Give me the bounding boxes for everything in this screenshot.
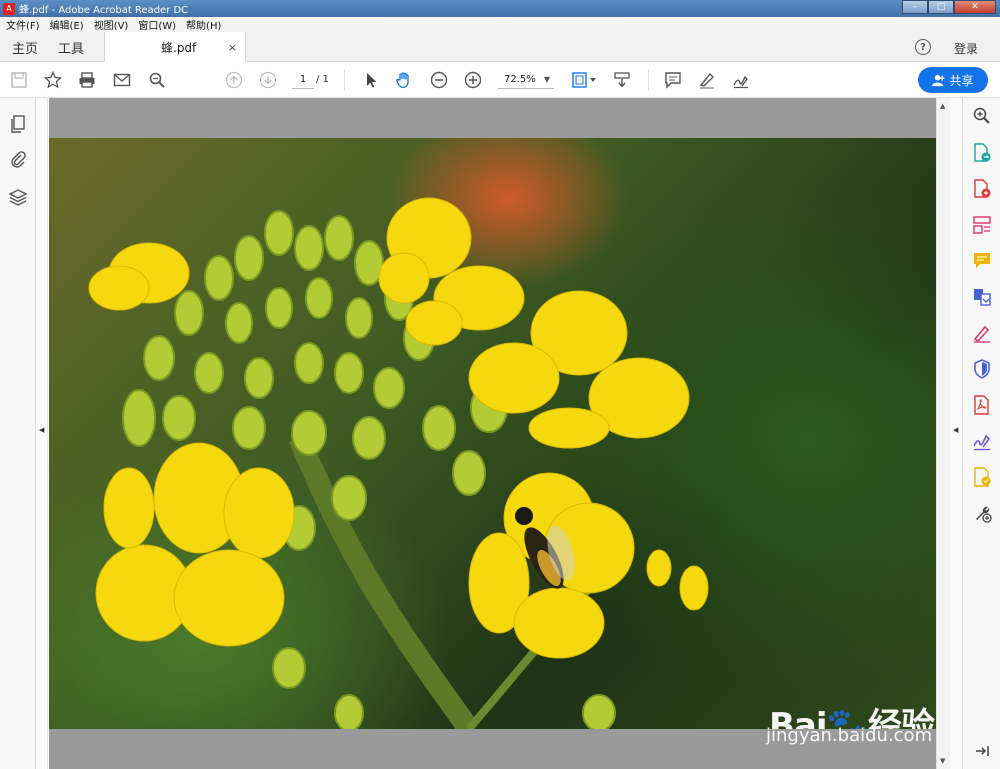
toolbar: 1 / 1 72.5% ▼ 共享 — [0, 62, 1000, 98]
menu-view[interactable]: 视图(V) — [94, 17, 129, 32]
comment-tool-icon[interactable] — [663, 70, 683, 90]
bookmark-star-icon[interactable] — [43, 70, 63, 90]
pdf-icon[interactable] — [972, 395, 992, 415]
window-controls: – □ ✕ — [902, 0, 996, 15]
combine-files-icon[interactable] — [972, 287, 992, 307]
vertical-scrollbar[interactable]: ▲ ▼ — [936, 98, 950, 769]
pdf-page-image: Bai🐾经验 — [49, 138, 936, 729]
maximize-button[interactable]: □ — [928, 0, 954, 14]
pages-icon[interactable] — [8, 114, 28, 134]
flower-bee-photo — [88, 197, 709, 729]
menu-bar: 文件(F) 编辑(E) 视图(V) 窗口(W) 帮助(H) — [0, 17, 1000, 32]
title-bar: A 蜂.pdf - Adobe Acrobat Reader DC – □ ✕ — [0, 0, 1000, 17]
scroll-mode-icon[interactable] — [612, 70, 632, 90]
search-icon[interactable] — [147, 70, 167, 90]
chevron-left-icon: ◀ — [39, 426, 45, 434]
menu-edit[interactable]: 编辑(E) — [50, 17, 84, 32]
comment-icon[interactable] — [972, 251, 992, 271]
toolbar-separator — [344, 70, 345, 90]
help-icon[interactable]: ? — [915, 39, 931, 55]
right-tools-panel — [963, 98, 1000, 769]
toolbar-separator — [648, 70, 649, 90]
tab-tools[interactable]: 工具 — [58, 32, 84, 62]
next-page-icon[interactable] — [258, 70, 278, 90]
document-viewport[interactable]: Bai🐾经验 jingyan.baidu.com — [49, 98, 936, 769]
previous-page-icon[interactable] — [224, 70, 244, 90]
sign-icon[interactable] — [972, 431, 992, 451]
edit-pdf-icon[interactable] — [972, 215, 992, 235]
attachment-icon[interactable] — [8, 149, 28, 169]
fit-page-icon[interactable] — [570, 70, 598, 90]
window-title: 蜂.pdf - Adobe Acrobat Reader DC — [19, 5, 189, 16]
right-panel-toggle[interactable]: ◀ — [950, 98, 963, 769]
menu-file[interactable]: 文件(F) — [6, 17, 40, 32]
send-for-review-icon[interactable] — [972, 467, 992, 487]
zoom-level-select[interactable]: 72.5% ▼ — [498, 71, 554, 89]
zoom-level-value: 72.5% — [504, 74, 536, 85]
zoom-in-button-icon[interactable] — [463, 70, 483, 90]
document-tab-label: 蜂.pdf — [161, 41, 197, 55]
close-tab-icon[interactable]: × — [228, 41, 237, 54]
highlight-pen-icon[interactable] — [697, 70, 717, 90]
email-icon[interactable] — [112, 70, 132, 90]
protect-icon[interactable] — [972, 359, 992, 379]
acrobat-icon: A — [3, 2, 15, 15]
hand-tool-icon[interactable] — [394, 70, 414, 90]
minimize-button[interactable]: – — [902, 0, 928, 14]
zoom-out-icon[interactable] — [429, 70, 449, 90]
close-window-button[interactable]: ✕ — [954, 0, 996, 14]
chevron-down-icon: ▼ — [543, 75, 550, 84]
menu-window[interactable]: 窗口(W) — [138, 17, 176, 32]
fill-sign-icon[interactable] — [972, 323, 992, 343]
share-button[interactable]: 共享 — [918, 67, 988, 93]
export-pdf-icon[interactable] — [972, 143, 992, 163]
left-navigation-panel — [0, 98, 36, 769]
select-cursor-icon[interactable] — [361, 70, 381, 90]
tab-home[interactable]: 主页 — [12, 32, 38, 62]
layers-icon[interactable] — [8, 187, 28, 207]
page-number-input[interactable]: 1 — [292, 71, 314, 89]
create-pdf-icon[interactable] — [972, 179, 992, 199]
print-icon[interactable] — [77, 70, 97, 90]
login-link[interactable]: 登录 — [954, 40, 978, 57]
chevron-left-icon: ◀ — [953, 426, 959, 434]
sign-tool-icon[interactable] — [731, 70, 751, 90]
scroll-down-icon[interactable]: ▼ — [940, 757, 945, 765]
left-panel-toggle[interactable]: ◀ — [36, 98, 48, 769]
document-tab[interactable]: 蜂.pdf × — [104, 32, 246, 63]
scroll-up-icon[interactable]: ▲ — [940, 102, 945, 110]
page-total-label: / 1 — [316, 74, 329, 85]
watermark-url: jingyan.baidu.com — [766, 725, 933, 746]
menu-help[interactable]: 帮助(H) — [186, 17, 221, 32]
share-button-label: 共享 — [949, 73, 974, 88]
collapse-panel-icon[interactable] — [972, 741, 992, 761]
user-add-icon — [932, 74, 946, 86]
save-icon[interactable] — [9, 70, 29, 90]
zoom-in-icon[interactable] — [972, 106, 992, 126]
more-tools-icon[interactable] — [972, 503, 992, 523]
tab-bar: 主页 工具 蜂.pdf × ? 登录 — [0, 32, 1000, 63]
